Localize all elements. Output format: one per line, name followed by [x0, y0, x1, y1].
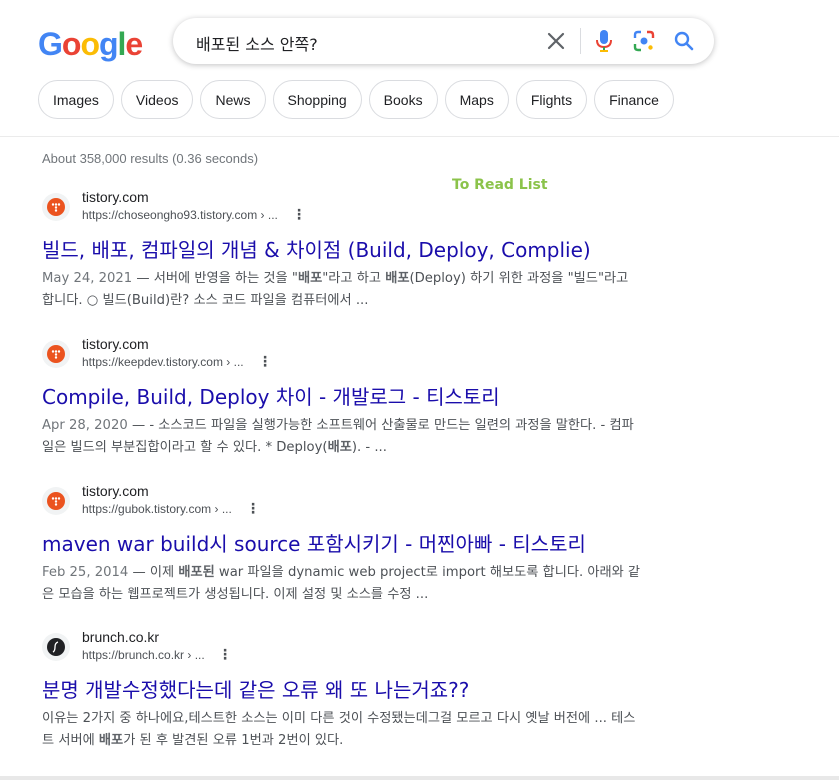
result-source[interactable]: tistory.com https://gubok.tistory.com › …: [42, 481, 642, 521]
result-source[interactable]: tistory.com https://keepdev.tistory.com …: [42, 334, 642, 374]
logo-letter: e: [125, 26, 143, 62]
result-snippet-text: — - 소스코드 파일을 실행가능한 소프트웨어 산출물로 만드는 일련의 과정…: [42, 418, 634, 455]
result-snippet: Feb 25, 2014 — 이제 배포된 war 파일을 dynamic we…: [42, 562, 642, 606]
logo-letter: l: [117, 26, 127, 62]
mic-icon: [596, 30, 612, 52]
result-title[interactable]: 분명 개발수정했다는데 같은 오류 왜 또 나는거죠??: [42, 677, 642, 703]
page-bottom-edge: [0, 776, 839, 780]
brunch-favicon: [42, 633, 70, 661]
result-site-name: brunch.co.kr: [82, 629, 160, 645]
search-result: brunch.co.kr https://brunch.co.kr › ... …: [42, 627, 642, 752]
result-date: Apr 28, 2020: [42, 418, 128, 433]
tistory-favicon: [42, 193, 70, 221]
result-snippet: May 24, 2021 — 서버에 반영을 하는 것을 "배포"라고 하고 배…: [42, 268, 642, 312]
lens-search-button[interactable]: [632, 29, 656, 53]
tistory-icon: [47, 198, 65, 216]
result-url: https://choseongho93.tistory.com › ...: [82, 208, 278, 222]
result-title[interactable]: 빌드, 배포, 컴파일의 개념 & 차이점 (Build, Deploy, Co…: [42, 237, 642, 263]
more-options-icon[interactable]: ⋮: [292, 207, 306, 221]
more-options-icon[interactable]: ⋮: [246, 501, 260, 515]
google-logo[interactable]: Google: [38, 26, 143, 63]
search-icon: [674, 31, 694, 51]
lens-icon: [633, 30, 655, 52]
close-icon: [547, 32, 565, 50]
result-title[interactable]: Compile, Build, Deploy 차이 - 개발로그 - 티스토리: [42, 384, 642, 410]
search-result: tistory.com https://keepdev.tistory.com …: [42, 334, 642, 459]
result-url: https://keepdev.tistory.com › ...: [82, 355, 244, 369]
result-source[interactable]: brunch.co.kr https://brunch.co.kr › ... …: [42, 627, 642, 667]
search-filter-chips: Images Videos News Shopping Books Maps F…: [38, 80, 674, 119]
chip-maps[interactable]: Maps: [444, 80, 509, 119]
result-snippet-text: — 이제 배포된 war 파일을 dynamic web project로 im…: [42, 565, 641, 602]
chip-finance[interactable]: Finance: [594, 80, 674, 119]
tistory-icon: [47, 345, 65, 363]
search-result: tistory.com https://gubok.tistory.com › …: [42, 481, 642, 606]
result-snippet: 이유는 2가지 중 하나에요,테스트한 소스는 이미 다른 것이 수정됐는데그걸…: [42, 708, 642, 752]
result-site-name: tistory.com: [82, 189, 149, 205]
more-options-icon[interactable]: ⋮: [258, 354, 272, 368]
result-title[interactable]: maven war build시 source 포함시키기 - 머찐아빠 - 티…: [42, 531, 642, 557]
result-date: May 24, 2021: [42, 271, 133, 286]
header-divider: [0, 136, 839, 137]
result-site-name: tistory.com: [82, 483, 149, 499]
result-url: https://brunch.co.kr › ...: [82, 648, 205, 662]
search-divider: [580, 28, 581, 54]
chip-flights[interactable]: Flights: [515, 80, 588, 119]
logo-letter: G: [38, 26, 63, 62]
logo-letter: g: [98, 26, 119, 62]
chip-news[interactable]: News: [200, 80, 266, 119]
logo-letter: o: [61, 26, 82, 62]
clear-button[interactable]: [544, 29, 568, 53]
chip-videos[interactable]: Videos: [120, 80, 194, 119]
result-site-name: tistory.com: [82, 336, 149, 352]
result-snippet-text: 이유는 2가지 중 하나에요,테스트한 소스는 이미 다른 것이 수정됐는데그걸…: [42, 711, 636, 748]
logo-letter: o: [80, 26, 100, 62]
brunch-icon: [47, 638, 65, 656]
chip-books[interactable]: Books: [368, 80, 438, 119]
chip-shopping[interactable]: Shopping: [272, 80, 362, 119]
result-stats: About 358,000 results (0.36 seconds): [42, 151, 259, 166]
chip-images[interactable]: Images: [38, 80, 114, 119]
result-source[interactable]: tistory.com https://choseongho93.tistory…: [42, 187, 642, 227]
tistory-favicon: [42, 340, 70, 368]
result-url: https://gubok.tistory.com › ...: [82, 502, 232, 516]
result-snippet: Apr 28, 2020 — - 소스코드 파일을 실행가능한 소프트웨어 산출…: [42, 415, 642, 459]
voice-search-button[interactable]: [592, 29, 616, 53]
search-result: tistory.com https://choseongho93.tistory…: [42, 187, 642, 312]
search-input[interactable]: 배포된 소스 안쪽?: [196, 31, 318, 55]
result-date: Feb 25, 2014: [42, 565, 129, 580]
search-box[interactable]: 배포된 소스 안쪽?: [173, 18, 714, 64]
tistory-icon: [47, 492, 65, 510]
more-options-icon[interactable]: ⋮: [218, 647, 232, 661]
tistory-favicon: [42, 487, 70, 515]
search-button[interactable]: [672, 29, 696, 53]
